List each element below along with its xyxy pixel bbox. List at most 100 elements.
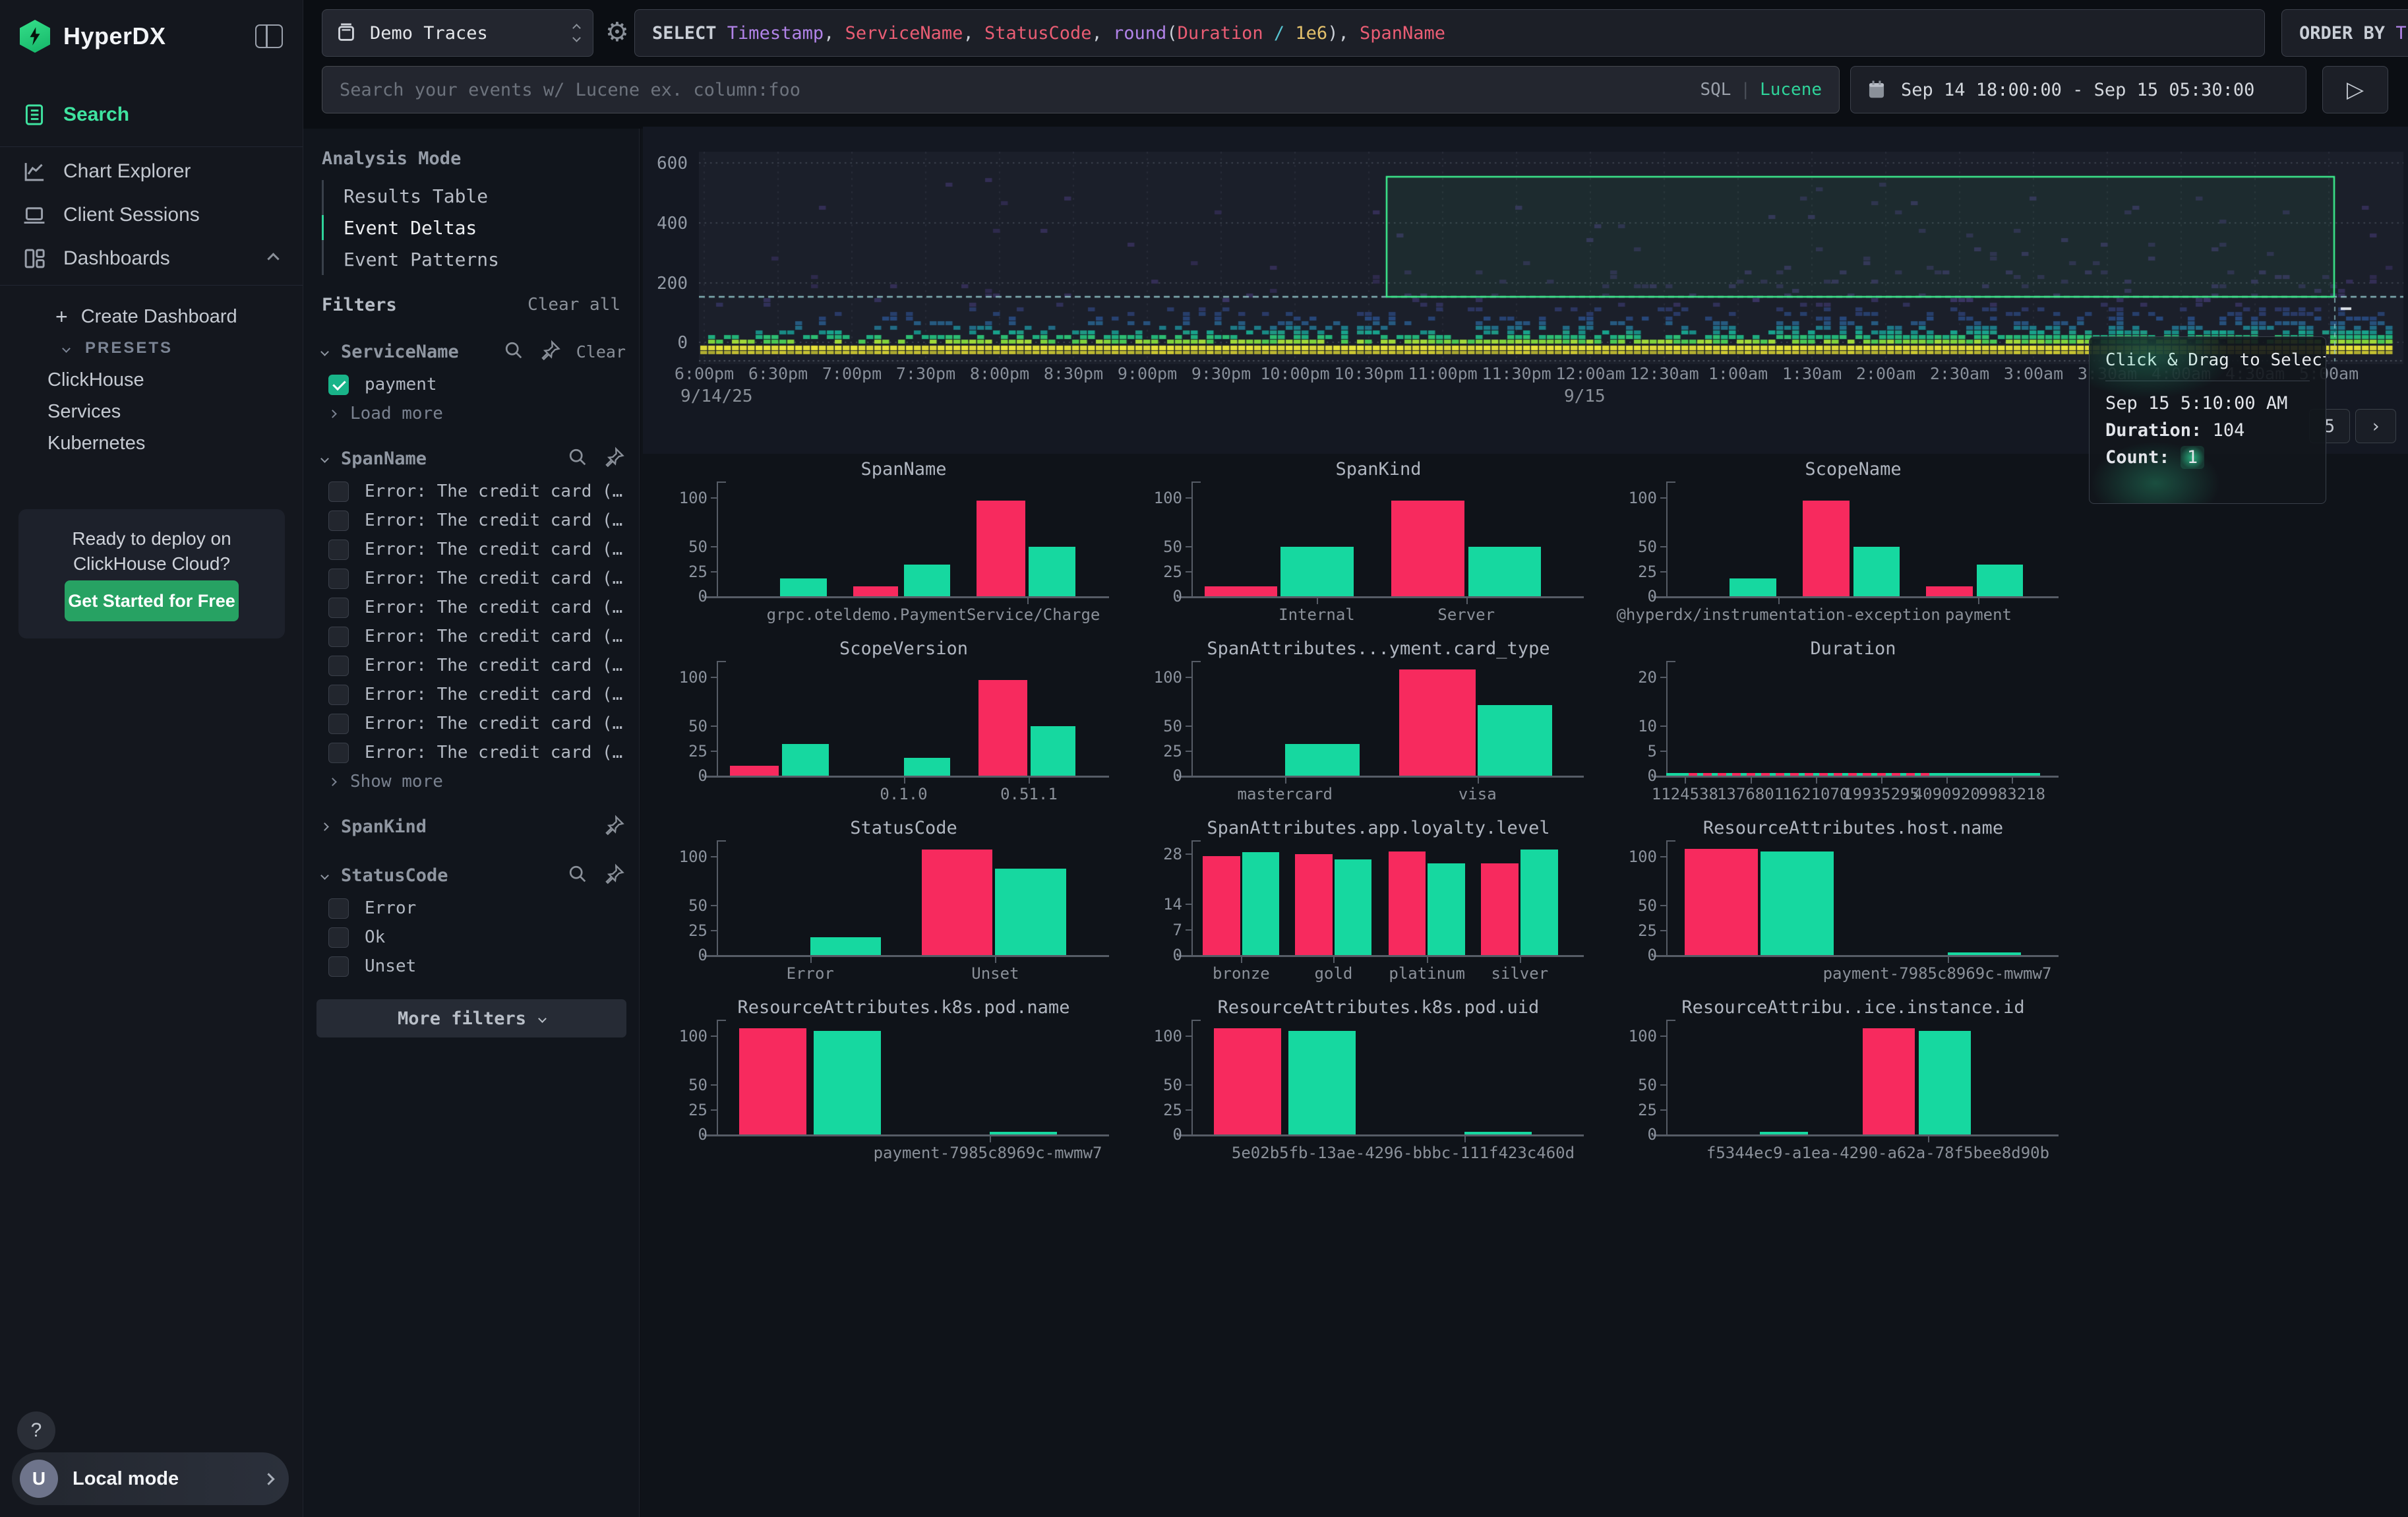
filter-checkbox-item[interactable]: Error: The credit card (… bbox=[303, 535, 639, 564]
bar-green[interactable] bbox=[1919, 1031, 1971, 1134]
sql-query-input[interactable]: SELECT Timestamp, ServiceName, StatusCod… bbox=[634, 9, 2265, 57]
date-range-picker[interactable]: Sep 14 18:00:00 - Sep 15 05:30:00 bbox=[1850, 66, 2306, 113]
bar-pink[interactable] bbox=[1205, 586, 1278, 596]
get-started-button[interactable]: Get Started for Free bbox=[65, 580, 239, 621]
bar-pink[interactable] bbox=[1481, 863, 1519, 955]
bar-pink[interactable] bbox=[853, 586, 898, 596]
preset-kubernetes[interactable]: Kubernetes bbox=[0, 425, 303, 462]
bar-pink[interactable] bbox=[1863, 1028, 1915, 1134]
pin-icon[interactable] bbox=[589, 446, 626, 472]
filter-checkbox-item[interactable]: Error: The credit card (… bbox=[303, 506, 639, 535]
bar-green[interactable] bbox=[810, 937, 882, 955]
sql-toggle[interactable]: SQL bbox=[1700, 80, 1731, 100]
bar-green[interactable] bbox=[1280, 547, 1354, 596]
filter-clear-button[interactable]: Clear bbox=[576, 342, 626, 361]
bar-pink[interactable] bbox=[1399, 669, 1476, 776]
search-icon[interactable] bbox=[552, 446, 589, 472]
bar-green[interactable] bbox=[904, 565, 951, 596]
checkbox-unchecked[interactable] bbox=[328, 714, 349, 734]
bar-pink[interactable] bbox=[739, 1028, 806, 1134]
bar-green[interactable] bbox=[1468, 547, 1542, 596]
bar-pink[interactable] bbox=[730, 766, 779, 776]
filter-checkbox-item[interactable]: Error bbox=[303, 894, 639, 923]
checkbox-unchecked[interactable] bbox=[328, 898, 349, 919]
filter-load-more[interactable]: Show more bbox=[303, 767, 639, 796]
pin-icon[interactable] bbox=[525, 339, 562, 365]
bar-green[interactable] bbox=[814, 1031, 881, 1134]
checkbox-unchecked[interactable] bbox=[328, 598, 349, 618]
mode-event-deltas[interactable]: Event Deltas bbox=[324, 212, 499, 243]
filter-group-spankind[interactable]: SpanKind bbox=[303, 808, 639, 845]
filter-group-statuscode[interactable]: StatusCode bbox=[303, 857, 639, 894]
lucene-toggle[interactable]: Lucene bbox=[1760, 80, 1822, 100]
pin-icon[interactable] bbox=[589, 814, 626, 840]
bar-green[interactable] bbox=[1730, 578, 1776, 596]
checkbox-unchecked[interactable] bbox=[328, 685, 349, 705]
sidebar-item-search[interactable]: Search bbox=[0, 94, 303, 136]
bar-green[interactable] bbox=[995, 869, 1066, 955]
search-icon[interactable] bbox=[488, 339, 525, 365]
filter-checkbox-item[interactable]: Ok bbox=[303, 923, 639, 952]
filter-group-spanname[interactable]: SpanName bbox=[303, 440, 639, 477]
sidebar-item-client-sessions[interactable]: Client Sessions bbox=[0, 194, 303, 236]
mode-results-table[interactable]: Results Table bbox=[324, 180, 499, 212]
filter-checkbox-item[interactable]: Error: The credit card (… bbox=[303, 651, 639, 680]
checkbox-unchecked[interactable] bbox=[328, 656, 349, 676]
filter-checkbox-item[interactable]: Error: The credit card (… bbox=[303, 477, 639, 506]
filter-checkbox-item[interactable]: Error: The credit card (… bbox=[303, 564, 639, 593]
filter-checkbox-item[interactable]: payment bbox=[303, 370, 639, 399]
bar-green[interactable] bbox=[1948, 952, 2021, 955]
clear-all-button[interactable]: Clear all bbox=[527, 295, 620, 315]
bar-green[interactable] bbox=[1853, 547, 1900, 596]
filter-checkbox-item[interactable]: Error: The credit card (… bbox=[303, 593, 639, 622]
sidebar-item-chart-explorer[interactable]: Chart Explorer bbox=[0, 150, 303, 193]
pagination-next-button[interactable]: › bbox=[2355, 409, 2396, 443]
bar-green[interactable] bbox=[1760, 1132, 1809, 1134]
bar-green[interactable] bbox=[1761, 851, 1834, 955]
bar-pink[interactable] bbox=[1214, 1028, 1281, 1134]
help-button[interactable]: ? bbox=[17, 1411, 55, 1450]
bar-green[interactable] bbox=[1428, 863, 1465, 955]
checkbox-unchecked[interactable] bbox=[328, 743, 349, 763]
bar-pink[interactable] bbox=[1389, 851, 1426, 955]
checkbox-unchecked[interactable] bbox=[328, 511, 349, 531]
checkbox-unchecked[interactable] bbox=[328, 569, 349, 589]
search-input[interactable]: Search your events w/ Lucene ex. column:… bbox=[322, 66, 1840, 113]
bar-green[interactable] bbox=[1478, 705, 1552, 776]
mode-event-patterns[interactable]: Event Patterns bbox=[324, 243, 499, 275]
bar-green[interactable] bbox=[1520, 850, 1558, 955]
source-select[interactable]: Demo Traces bbox=[322, 9, 593, 57]
bar-pink[interactable] bbox=[978, 680, 1027, 776]
checkbox-unchecked[interactable] bbox=[328, 627, 349, 647]
search-icon[interactable] bbox=[552, 863, 589, 888]
bar-pink[interactable] bbox=[1685, 849, 1758, 955]
order-by-input[interactable]: ORDER BY Timestamp DESC bbox=[2281, 9, 2408, 57]
bar-green[interactable] bbox=[1288, 1031, 1356, 1134]
bar-pink[interactable] bbox=[1203, 856, 1240, 955]
sidebar-item-dashboards[interactable]: Dashboards bbox=[0, 237, 303, 280]
checkbox-checked[interactable] bbox=[328, 375, 349, 395]
bar-pink[interactable] bbox=[1391, 501, 1464, 596]
run-query-button[interactable]: ▷ bbox=[2322, 66, 2388, 113]
bar-green[interactable] bbox=[904, 758, 951, 776]
filter-group-servicename[interactable]: ServiceNameClear bbox=[303, 333, 639, 370]
bar-green[interactable] bbox=[990, 1132, 1057, 1134]
bar-green[interactable] bbox=[1977, 565, 2024, 596]
local-mode-button[interactable]: U Local mode bbox=[12, 1452, 289, 1505]
filter-checkbox-item[interactable]: Error: The credit card (… bbox=[303, 622, 639, 651]
bar-pink[interactable] bbox=[1295, 854, 1333, 955]
sidebar-collapse-icon[interactable] bbox=[255, 24, 283, 48]
checkbox-unchecked[interactable] bbox=[328, 540, 349, 560]
bar-green[interactable] bbox=[1285, 744, 1360, 776]
bar-pink[interactable] bbox=[1803, 501, 1850, 596]
bar-green[interactable] bbox=[780, 578, 827, 596]
bar-green[interactable] bbox=[782, 744, 829, 776]
bar-green[interactable] bbox=[1464, 1132, 1532, 1134]
filter-checkbox-item[interactable]: Unset bbox=[303, 952, 639, 981]
bar-green[interactable] bbox=[1029, 547, 1075, 596]
duration-heatmap[interactable] bbox=[699, 152, 2403, 364]
checkbox-unchecked[interactable] bbox=[328, 956, 349, 977]
filter-checkbox-item[interactable]: Error: The credit card (… bbox=[303, 709, 639, 738]
bar-pink[interactable] bbox=[922, 850, 993, 955]
gear-icon[interactable]: ⚙ bbox=[605, 17, 629, 47]
